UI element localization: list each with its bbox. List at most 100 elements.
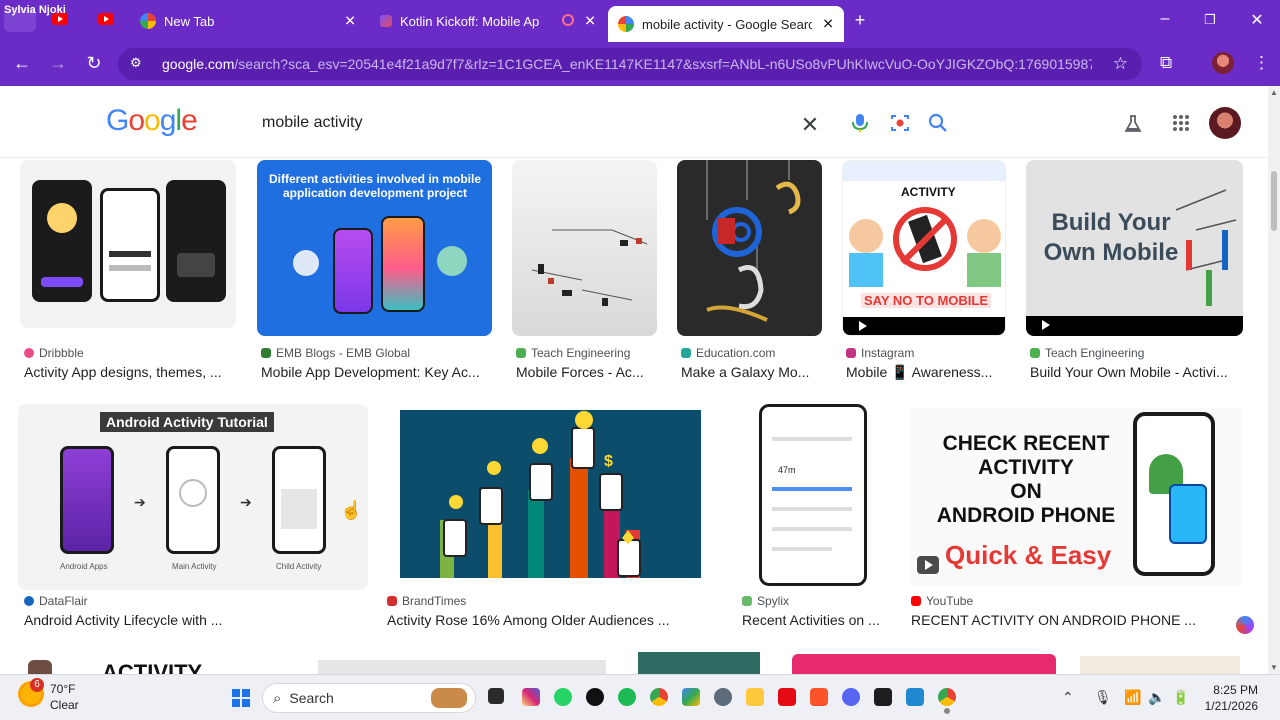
restore-button[interactable]: ❐	[1200, 12, 1220, 28]
image-result-card[interactable]: ACTIVITY SAY NO TO MOBILE Instagram Mobi…	[842, 160, 1006, 382]
profile-avatar[interactable]	[1212, 52, 1234, 74]
clear-search-icon[interactable]: ✕	[798, 112, 822, 138]
close-icon[interactable]: ✕	[584, 13, 596, 30]
image-result-card[interactable]: Teach Engineering Mobile Forces - Ac...	[512, 160, 657, 382]
notepad-icon[interactable]	[906, 688, 924, 706]
video-play-icon	[851, 317, 873, 335]
result-title[interactable]: Activity Rose 16% Among Older Audiences …	[387, 612, 697, 628]
result-title[interactable]: Build Your Own Mobile - Activi...	[1030, 364, 1243, 380]
google-logo[interactable]: Google	[106, 104, 198, 138]
netflix-icon[interactable]	[778, 688, 796, 706]
image-result-card[interactable]: Android Activity Tutorial ➔ ➔ Android Ap…	[18, 404, 368, 632]
result-thumbnail[interactable]: $	[400, 410, 701, 578]
result-thumbnail[interactable]	[677, 160, 822, 336]
result-thumbnail[interactable]: Different activities involved in mobile …	[257, 160, 492, 336]
bookmark-star-icon[interactable]: ☆	[1113, 54, 1128, 74]
result-thumbnail[interactable]: ACTIVITY SAY NO TO MOBILE	[842, 160, 1006, 336]
extensions-icon[interactable]: ⧉	[1160, 53, 1172, 73]
url-text[interactable]: google.com/search?sca_esv=20541e4f21a9d7…	[162, 56, 1092, 72]
site-info-icon[interactable]: ⚙	[130, 55, 148, 73]
education-com-icon	[681, 348, 691, 358]
result-thumbnail[interactable]	[20, 160, 236, 328]
battery-icon[interactable]: 🔋	[1172, 689, 1189, 706]
brave-icon[interactable]	[810, 688, 828, 706]
microphone-icon[interactable]	[848, 113, 872, 133]
result-title[interactable]: Activity App designs, themes, ...	[24, 364, 236, 380]
kotlin-icon	[380, 15, 392, 27]
google-drive-icon[interactable]	[682, 688, 700, 706]
weather-widget[interactable]: 6 70°F Clear	[18, 678, 79, 713]
system-clock[interactable]: 8:25 PM 1/21/2026	[1200, 682, 1258, 714]
chrome-icon[interactable]	[650, 688, 668, 706]
result-title[interactable]: Mobile 📱 Awareness...	[846, 364, 1006, 381]
new-tab-button[interactable]: +	[850, 10, 870, 31]
wifi-icon[interactable]: 📶	[1124, 689, 1141, 706]
result-thumbnail[interactable]	[638, 652, 760, 674]
reload-button[interactable]: ↻	[82, 53, 106, 74]
image-result-card[interactable]: Dribbble Activity App designs, themes, .…	[20, 160, 236, 382]
apps-grid-icon[interactable]	[1172, 114, 1190, 132]
gemini-floating-icon[interactable]	[1236, 616, 1254, 634]
teach-engineering-icon	[1030, 348, 1040, 358]
instagram-app-icon[interactable]	[522, 688, 540, 706]
terminal-icon[interactable]	[874, 688, 892, 706]
lens-camera-icon[interactable]	[888, 113, 912, 133]
file-explorer-icon[interactable]	[746, 688, 764, 706]
menu-dots-icon[interactable]: ⋮	[1253, 53, 1270, 73]
thumbnail-overlay-text: Build Your Own Mobile	[1043, 209, 1179, 266]
result-title[interactable]: Make a Galaxy Mo...	[681, 364, 822, 380]
youtube-pinned-tab-icon[interactable]	[52, 13, 68, 25]
google-account-avatar[interactable]	[1209, 107, 1241, 139]
close-window-button[interactable]: ✕	[1247, 10, 1267, 30]
result-title[interactable]: Android Activity Lifecycle with ...	[24, 612, 364, 628]
back-button[interactable]: ←	[10, 53, 34, 74]
image-result-card[interactable]: ACTIVITY	[20, 656, 300, 674]
discord-icon[interactable]	[842, 688, 860, 706]
scrollbar-thumb[interactable]	[1271, 171, 1277, 231]
result-thumbnail[interactable]: Android Activity Tutorial ➔ ➔ Android Ap…	[18, 404, 368, 590]
labs-flask-icon[interactable]	[1123, 114, 1143, 134]
result-thumbnail[interactable]: 47m	[759, 404, 867, 586]
image-result-card[interactable]: 47m Spylix Recent Activities on ...	[742, 404, 882, 632]
minimize-button[interactable]: –	[1155, 10, 1175, 28]
result-thumbnail[interactable]: CHECK RECENT ACTIVITY ON ANDROID PHONE Q…	[911, 408, 1241, 586]
search-input[interactable]	[262, 114, 782, 132]
chrome-active-icon[interactable]	[938, 688, 956, 706]
result-thumbnail[interactable]	[1080, 656, 1240, 674]
result-thumbnail[interactable]	[512, 160, 657, 336]
tiktok-icon[interactable]	[586, 688, 604, 706]
whatsapp-icon[interactable]	[554, 688, 572, 706]
image-result-card[interactable]: $ BrandTimes Activity Rose 16% Among Old…	[387, 410, 701, 632]
search-icon[interactable]	[926, 113, 950, 133]
image-result-card[interactable]: Education.com Make a Galaxy Mo...	[677, 160, 822, 382]
dataflair-icon	[24, 596, 34, 606]
result-thumbnail[interactable]	[792, 654, 1056, 674]
tab-kotlin-kickoff[interactable]: Kotlin Kickoff: Mobile App ✕	[370, 6, 606, 36]
result-title[interactable]: Mobile App Development: Key Ac...	[261, 364, 492, 380]
image-result-card[interactable]: CHECK RECENT ACTIVITY ON ANDROID PHONE Q…	[911, 408, 1241, 632]
show-hidden-icons-chevron-icon[interactable]: ⌃	[1062, 689, 1074, 706]
windows-start-icon[interactable]	[232, 689, 250, 707]
taskbar-search-box[interactable]: ⌕ Search	[262, 683, 476, 713]
result-title[interactable]: Mobile Forces - Ac...	[516, 364, 657, 380]
result-thumbnail[interactable]	[318, 660, 606, 674]
forward-button[interactable]: →	[46, 53, 70, 74]
image-result-card[interactable]: Different activities involved in mobile …	[257, 160, 492, 382]
result-title[interactable]: RECENT ACTIVITY ON ANDROID PHONE ...	[911, 612, 1211, 628]
volume-icon[interactable]: 🔈	[1148, 689, 1165, 706]
address-bar[interactable]: ⚙ google.com/search?sca_esv=20541e4f21a9…	[118, 48, 1142, 80]
brandtimes-icon	[387, 596, 397, 606]
image-result-card[interactable]: Build Your Own Mobile Teach Engineering …	[1026, 160, 1243, 382]
task-view-icon[interactable]	[488, 688, 504, 704]
spotify-icon[interactable]	[618, 688, 636, 706]
page-scrollbar[interactable]: ▲ ▼	[1268, 86, 1280, 674]
tab-google-search[interactable]: mobile activity - Google Search ✕	[608, 6, 844, 42]
microphone-icon[interactable]: 🎙	[1094, 689, 1112, 706]
result-title[interactable]: Recent Activities on ...	[742, 612, 882, 628]
close-icon[interactable]: ✕	[344, 13, 356, 30]
result-thumbnail[interactable]: Build Your Own Mobile	[1026, 160, 1243, 336]
android-studio-icon[interactable]	[714, 688, 732, 706]
close-icon[interactable]: ✕	[822, 16, 834, 33]
tab-new-tab[interactable]: New Tab ✕	[130, 6, 366, 36]
youtube-pinned-tab-icon[interactable]	[98, 13, 114, 25]
